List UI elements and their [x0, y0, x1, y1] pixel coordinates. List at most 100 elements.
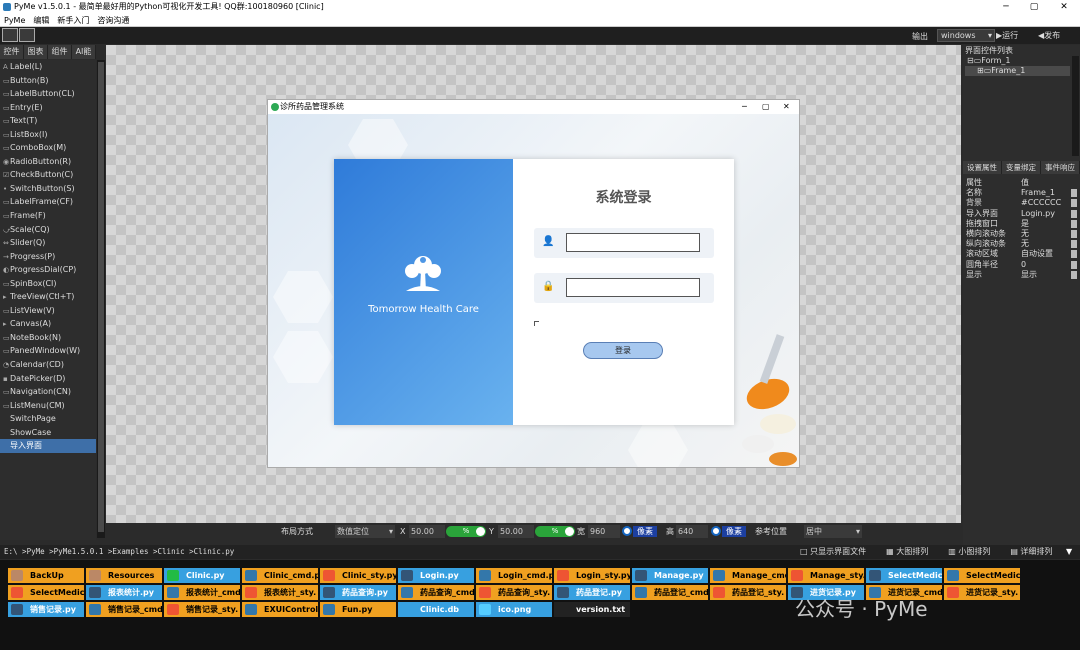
tab-1[interactable]: 图表 [24, 45, 48, 59]
property-row[interactable]: 纵向滚动条 无 [963, 239, 1080, 249]
property-row[interactable]: 显示 显示 [963, 270, 1080, 280]
file-item[interactable]: 销售记录_sty. [164, 602, 240, 617]
menu-item[interactable]: 编辑 [29, 14, 53, 27]
edit-icon[interactable] [1071, 189, 1077, 198]
file-item[interactable]: 销售记录_cmd [86, 602, 162, 617]
palette-item[interactable]: ⇔Slider(Q) [0, 236, 96, 250]
file-item[interactable]: 报表统计.py [86, 585, 162, 600]
file-item[interactable]: Login.py [398, 568, 474, 583]
height-unit-radio[interactable] [711, 526, 721, 536]
palette-item[interactable]: ▪ DatePicker(D) [0, 372, 96, 386]
palette-item[interactable]: SwitchPage [0, 412, 96, 426]
file-item[interactable]: EXUIControl.p [242, 602, 318, 617]
width-input[interactable]: 960 [588, 525, 620, 538]
width-unit-radio[interactable] [622, 526, 632, 536]
palette-item[interactable]: ◔Calendar(CD) [0, 358, 96, 372]
menu-item[interactable]: 咨询沟通 [93, 14, 133, 27]
palette-item[interactable]: ▭NoteBook(N) [0, 331, 96, 345]
palette-item[interactable]: ▭Entry(E) [0, 101, 96, 115]
form-maximize-icon[interactable]: ▢ [762, 100, 770, 114]
minimize-button[interactable]: ─ [992, 0, 1020, 14]
edit-icon[interactable] [1071, 199, 1077, 208]
file-item[interactable]: Resources [86, 568, 162, 583]
file-item[interactable]: SelectMedicD [944, 568, 1020, 583]
file-item[interactable]: ico.png [476, 602, 552, 617]
file-item[interactable]: 进货记录_sty. [944, 585, 1020, 600]
palette-item[interactable]: ⤻Scale(CQ) [0, 223, 96, 237]
palette-item[interactable]: ▭Frame(F) [0, 209, 96, 223]
property-value[interactable]: 无 [1021, 229, 1071, 239]
file-item[interactable]: Clinic.py [164, 568, 240, 583]
file-item[interactable]: Fun.py [320, 602, 396, 617]
property-row[interactable]: 圆角半径 0 [963, 260, 1080, 270]
tab-2[interactable]: 组件 [48, 45, 72, 59]
property-value[interactable]: 0 [1021, 260, 1071, 270]
palette-item[interactable]: • SwitchButton(S) [0, 182, 96, 196]
file-item[interactable]: 药品登记_cmd [632, 585, 708, 600]
edit-icon[interactable] [1071, 209, 1077, 218]
palette-item[interactable]: ▭PanedWindow(W) [0, 344, 96, 358]
property-row[interactable]: 横向滚动条 无 [963, 229, 1080, 239]
property-tab[interactable]: 事件响应 [1041, 161, 1080, 174]
file-item[interactable]: 销售记录.py [8, 602, 84, 617]
palette-item[interactable]: A Label(L) [0, 60, 96, 74]
close-button[interactable]: ✕ [1050, 0, 1078, 14]
file-item[interactable]: SelectMedicD [866, 568, 942, 583]
file-item[interactable]: Manage.py [632, 568, 708, 583]
remember-checkbox[interactable] [534, 321, 539, 326]
file-item[interactable]: BackUp [8, 568, 84, 583]
file-item[interactable]: 药品登记.py [554, 585, 630, 600]
file-item[interactable]: 报表统计_sty. [242, 585, 318, 600]
login-button[interactable]: 登录 [583, 342, 663, 359]
anchor-select[interactable]: 居中 ▾ [804, 525, 862, 538]
pointer-tool-icon[interactable] [2, 28, 18, 42]
file-item[interactable]: Clinic_cmd.py [242, 568, 318, 583]
palette-item[interactable]: ▭ComboBox(M) [0, 141, 96, 155]
collapse-arrow-icon[interactable]: ▼ [1066, 545, 1072, 559]
palette-item[interactable]: ▭ListView(V) [0, 304, 96, 318]
property-row[interactable]: 背景 #CCCCCC [963, 198, 1080, 208]
property-value[interactable]: 显示 [1021, 270, 1071, 280]
palette-item[interactable]: ☑CheckButton(C) [0, 168, 96, 182]
file-item[interactable]: SelectMedicD [8, 585, 84, 600]
palette-item[interactable]: ◉RadioButton(R) [0, 155, 96, 169]
file-item[interactable]: Manage_sty.py [788, 568, 864, 583]
file-item[interactable]: 药品查询_sty. [476, 585, 552, 600]
edit-icon[interactable] [1071, 219, 1077, 228]
publish-button[interactable]: ◀发布 [1038, 29, 1078, 42]
property-value[interactable]: Login.py [1021, 209, 1071, 219]
password-input[interactable] [566, 278, 700, 297]
property-row[interactable]: 拖拽窗口 是 [963, 219, 1080, 229]
tree-node-frame[interactable]: ⊞▭Frame_1 [965, 66, 1070, 76]
form-minimize-icon[interactable]: ─ [742, 100, 747, 114]
view-option[interactable]: ▥ 小图排列 [948, 547, 990, 556]
palette-item[interactable]: ShowCase [0, 426, 96, 440]
palette-item[interactable]: ▭ListBox(I) [0, 128, 96, 142]
file-item[interactable]: Clinic_sty.py [320, 568, 396, 583]
edit-icon[interactable] [1071, 240, 1077, 249]
scroll-thumb[interactable] [98, 62, 104, 532]
file-item[interactable]: Login_cmd.py [476, 568, 552, 583]
property-row[interactable]: 名称 Frame_1 [963, 188, 1080, 198]
run-button[interactable]: ▶运行 [996, 29, 1036, 42]
maximize-button[interactable]: ▢ [1020, 0, 1048, 14]
palette-item[interactable]: ▭LabelFrame(CF) [0, 195, 96, 209]
property-tab[interactable]: 设置属性 [963, 161, 1002, 174]
edit-icon[interactable] [1071, 260, 1077, 269]
x-percent-toggle[interactable]: % [446, 526, 486, 537]
property-value[interactable]: 是 [1021, 219, 1071, 229]
breadcrumb[interactable]: E:\ >PyMe >PyMe1.5.0.1 >Examples >Clinic… [4, 545, 234, 559]
palette-item[interactable]: ▭Button(B) [0, 74, 96, 88]
palette-item[interactable]: →Progress(P) [0, 250, 96, 264]
tab-0[interactable]: 控件 [0, 45, 24, 59]
file-item[interactable]: Manage_cmd.py [710, 568, 786, 583]
palette-item[interactable]: ▸ TreeView(Ctl+T) [0, 290, 96, 304]
comment-tool-icon[interactable] [19, 28, 35, 42]
file-item[interactable]: version.txt [554, 602, 630, 617]
palette-item[interactable]: ▭Text(T) [0, 114, 96, 128]
y-percent-toggle[interactable]: % [535, 526, 575, 537]
height-input[interactable]: 640 [676, 525, 708, 538]
x-input[interactable]: 50.00 [409, 525, 445, 538]
menu-item[interactable]: 新手入门 [53, 14, 93, 27]
file-item[interactable]: 报表统计_cmd [164, 585, 240, 600]
